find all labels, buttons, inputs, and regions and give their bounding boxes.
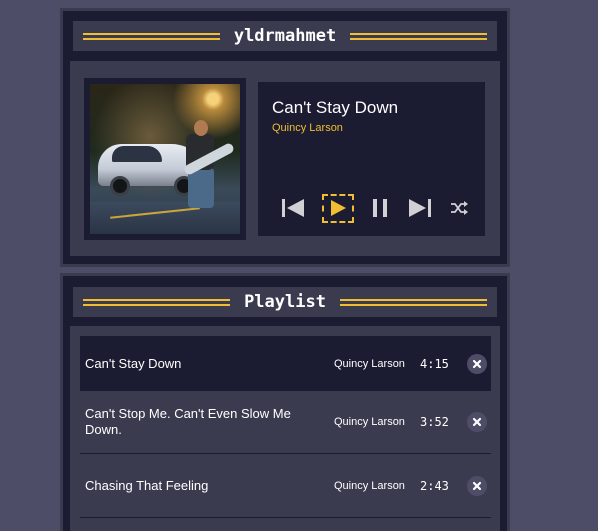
track-title: Can't Stop Me. Can't Even Slow Me Down. xyxy=(85,406,291,437)
player-body: Can't Stay Down Quincy Larson xyxy=(70,61,500,256)
playlist-track[interactable]: Can't Stay Down Quincy Larson 4:15 xyxy=(80,336,491,391)
previous-button[interactable] xyxy=(280,193,306,223)
play-button[interactable] xyxy=(321,193,354,223)
playlist-card: Playlist Can't Stay Down Quincy Larson 4… xyxy=(60,273,510,531)
playlist-body: Can't Stay Down Quincy Larson 4:15 Can't… xyxy=(70,326,500,531)
delete-track-button[interactable] xyxy=(467,475,487,496)
pause-icon xyxy=(373,199,387,217)
playlist-title-bar: Playlist xyxy=(73,287,497,317)
track-artist: Quincy Larson xyxy=(334,416,405,428)
player-title-bar: yldrmahmet xyxy=(73,21,497,51)
playlist-title: Playlist xyxy=(244,292,326,312)
playlist-track[interactable]: Can't Stop Me. Can't Even Slow Me Down. … xyxy=(80,391,491,454)
player-controls xyxy=(280,193,470,223)
play-icon xyxy=(330,200,346,216)
skip-next-icon xyxy=(408,199,431,217)
delete-track-button[interactable] xyxy=(467,412,487,432)
album-art-car-window xyxy=(112,146,162,162)
next-button[interactable] xyxy=(407,193,433,223)
title-decoration-line-left xyxy=(83,298,231,306)
title-decoration-line-left xyxy=(83,32,220,40)
album-art-person-legs xyxy=(188,168,214,208)
track-duration: 4:15 xyxy=(420,356,449,371)
close-icon xyxy=(472,481,482,490)
pause-button[interactable] xyxy=(369,193,391,223)
album-art-wheel-front xyxy=(110,176,130,196)
track-artist: Quincy Larson xyxy=(334,357,405,370)
close-icon xyxy=(472,359,482,368)
player-display: Can't Stay Down Quincy Larson xyxy=(258,82,485,236)
skip-previous-icon xyxy=(282,199,304,217)
track-artist: Quincy Larson xyxy=(334,479,405,492)
now-playing-artist: Quincy Larson xyxy=(272,122,343,134)
playlist-track[interactable]: Chasing That Feeling Quincy Larson 2:43 xyxy=(80,454,491,518)
player-title: yldrmahmet xyxy=(233,26,337,46)
album-art-person-head xyxy=(194,120,208,136)
delete-track-button[interactable] xyxy=(467,353,487,374)
player-card: yldrmahmet Can't Stay Down Quincy Larson xyxy=(60,8,510,267)
track-title: Can't Stay Down xyxy=(85,355,182,371)
shuffle-button[interactable] xyxy=(448,193,470,223)
shuffle-icon xyxy=(451,201,468,215)
close-icon xyxy=(472,417,482,427)
track-duration: 2:43 xyxy=(420,478,449,493)
now-playing-title: Can't Stay Down xyxy=(272,98,399,117)
title-decoration-line-right xyxy=(339,298,488,306)
track-title: Chasing That Feeling xyxy=(85,477,209,493)
album-art-frame xyxy=(84,78,246,240)
album-art xyxy=(90,84,240,234)
track-duration: 3:52 xyxy=(420,415,449,429)
title-decoration-line-right xyxy=(350,32,488,40)
